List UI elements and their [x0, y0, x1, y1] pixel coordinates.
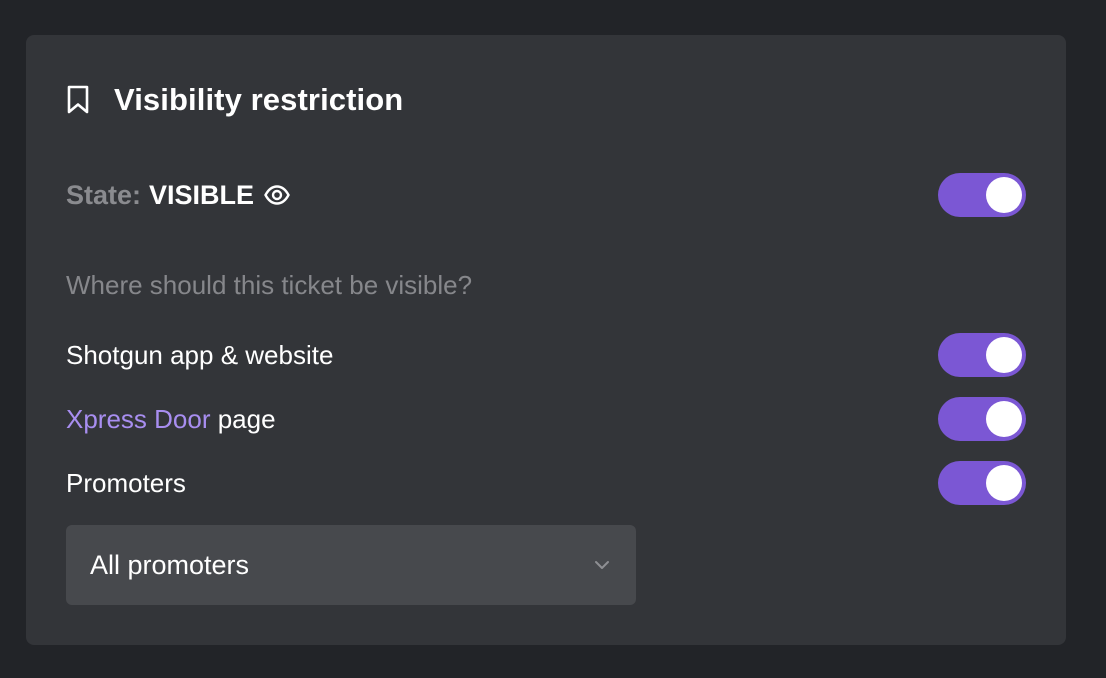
visibility-question: Where should this ticket be visible?: [66, 270, 473, 300]
toggle-knob: [986, 337, 1022, 373]
promoters-select[interactable]: All promoters: [66, 525, 636, 605]
promoters-toggle[interactable]: [938, 461, 1026, 505]
option-label-shotgun: Shotgun app & website: [66, 339, 334, 370]
xpress-door-toggle[interactable]: [938, 397, 1026, 441]
state-toggle[interactable]: [938, 173, 1026, 217]
shotgun-app-toggle[interactable]: [938, 333, 1026, 377]
promoters-select-value: All promoters: [90, 549, 250, 580]
state-row: State: VISIBLE: [66, 173, 1026, 217]
state-label: State:: [66, 179, 142, 210]
eye-icon: [264, 185, 290, 205]
option-label-suffix: page: [210, 403, 276, 434]
option-label-xpress-door: Xpress Door page: [66, 404, 276, 435]
xpress-door-link[interactable]: Xpress Door: [66, 404, 211, 434]
bookmark-icon: [66, 84, 98, 116]
option-row-shotgun: Shotgun app & website: [66, 333, 1026, 377]
state-value: VISIBLE: [149, 179, 255, 210]
card-title: Visibility restriction: [114, 82, 404, 117]
toggle-knob: [986, 401, 1022, 437]
state-text: State: VISIBLE: [66, 180, 290, 211]
toggle-knob: [986, 465, 1022, 501]
option-row-promoters: Promoters: [66, 461, 1026, 505]
visibility-restriction-card: Visibility restriction State: VISIBLE Wh…: [26, 35, 1066, 645]
toggle-knob: [986, 177, 1022, 213]
option-row-xpress-door: Xpress Door page: [66, 397, 1026, 441]
option-label-promoters: Promoters: [66, 467, 186, 498]
chevron-down-icon: [594, 560, 610, 570]
card-header: Visibility restriction: [66, 81, 403, 119]
